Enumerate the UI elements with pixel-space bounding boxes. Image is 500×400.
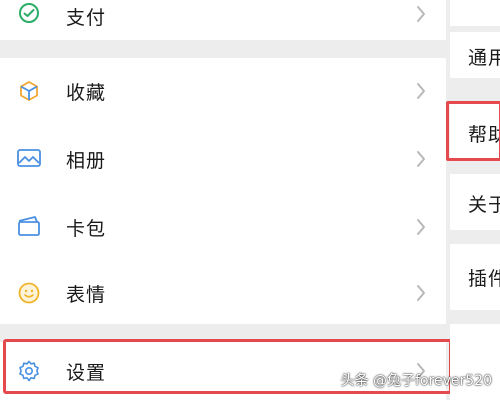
settings-item-label: 关于 (468, 194, 500, 216)
menu-item-card-wallet[interactable]: 卡包 (0, 192, 446, 260)
chevron-right-icon (417, 6, 425, 22)
settings-item-plugins[interactable]: 插件 (450, 244, 500, 310)
chevron-right-icon (417, 151, 425, 167)
album-icon (16, 145, 42, 171)
menu-item-label: 表情 (66, 284, 107, 306)
menu-item-label: 收藏 (66, 82, 107, 104)
settings-icon (16, 358, 42, 384)
menu-item-label: 相册 (66, 150, 107, 172)
settings-panel: 通用 帮助 关于 插件 (450, 0, 500, 400)
settings-item-about[interactable]: 关于 (450, 174, 500, 230)
settings-item-help[interactable]: 帮助 (450, 102, 500, 160)
menu-item-favorites[interactable]: 收藏 (0, 58, 446, 124)
favorites-icon (16, 78, 42, 104)
menu-item-label: 卡包 (66, 218, 107, 240)
sticker-icon (16, 280, 42, 306)
settings-item-general[interactable]: 通用 (450, 32, 500, 78)
menu-item-label: 设置 (66, 362, 107, 384)
settings-item-label: 通用 (468, 47, 500, 69)
settings-item-label: 帮助 (468, 124, 500, 146)
menu-item-album[interactable]: 相册 (0, 124, 446, 192)
menu-item-pay[interactable]: 支付 (0, 0, 446, 40)
me-menu-list: 支付 收藏 相册 卡包 表情 设置 (0, 0, 446, 400)
chevron-right-icon (417, 83, 425, 99)
chevron-right-icon (417, 285, 425, 301)
watermark: 头条 @兔子forever520 (340, 373, 492, 389)
pay-icon (16, 0, 42, 26)
menu-item-label: 支付 (66, 7, 107, 29)
settings-item-label: 插件 (468, 268, 500, 290)
card-wallet-icon (16, 213, 42, 239)
settings-top-row (450, 0, 500, 26)
chevron-right-icon (417, 219, 425, 235)
menu-item-stickers[interactable]: 表情 (0, 260, 446, 324)
